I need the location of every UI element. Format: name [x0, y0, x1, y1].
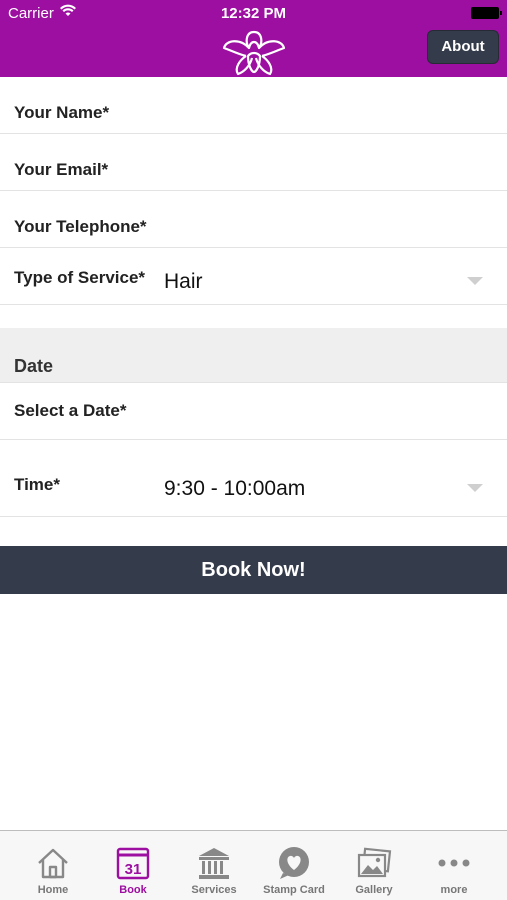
- photos-icon: [357, 847, 392, 878]
- app-header: Carrier 12:32 PM About: [0, 0, 507, 77]
- tab-book-label: Book: [119, 884, 147, 896]
- heart-bubble-icon: [279, 847, 309, 879]
- name-field[interactable]: Your Name*: [0, 77, 507, 134]
- date-label: Select a Date*: [14, 401, 127, 420]
- tab-more[interactable]: more: [414, 831, 494, 900]
- time-value: 9:30 - 10:00am: [164, 477, 306, 500]
- status-time: 12:32 PM: [220, 5, 287, 22]
- booking-form: Your Name* Your Email* Your Telephone* T…: [0, 77, 507, 517]
- battery-icon: [471, 7, 502, 19]
- service-label: Type of Service*: [14, 268, 146, 287]
- name-label: Your Name*: [14, 103, 110, 122]
- tab-services[interactable]: Services: [174, 831, 254, 900]
- chevron-down-icon: [467, 484, 483, 492]
- bank-icon: [199, 848, 229, 879]
- date-section-header: Date: [0, 328, 507, 383]
- tab-stamp-card[interactable]: Stamp Card: [254, 831, 334, 900]
- tab-gallery-label: Gallery: [355, 884, 393, 896]
- telephone-label: Your Telephone*: [14, 217, 147, 236]
- tab-book[interactable]: 31 Book: [93, 831, 173, 900]
- calendar-icon: 31: [116, 847, 150, 880]
- tab-home[interactable]: Home: [13, 831, 93, 900]
- tab-services-label: Services: [191, 884, 237, 896]
- home-icon: [38, 848, 68, 879]
- tab-home-label: Home: [37, 884, 69, 896]
- tab-more-label: more: [440, 884, 468, 896]
- service-value: Hair: [164, 270, 203, 293]
- telephone-field[interactable]: Your Telephone*: [0, 191, 507, 248]
- time-select[interactable]: Time* 9:30 - 10:00am: [0, 440, 507, 517]
- service-select[interactable]: Type of Service* Hair: [0, 248, 507, 305]
- email-label: Your Email*: [14, 160, 109, 179]
- date-section-title: Date: [14, 356, 54, 376]
- email-field[interactable]: Your Email*: [0, 134, 507, 191]
- orchid-logo-icon: [222, 30, 286, 76]
- tab-gallery[interactable]: Gallery: [334, 831, 414, 900]
- tab-stamp-card-label: Stamp Card: [263, 884, 325, 896]
- status-bar: Carrier 12:32 PM: [0, 0, 507, 28]
- time-label: Time*: [14, 475, 60, 494]
- about-button[interactable]: About: [427, 30, 499, 64]
- chevron-down-icon: [467, 277, 483, 285]
- calendar-day-number: 31: [125, 861, 142, 878]
- more-dots-icon: [438, 859, 470, 867]
- tab-bar: Home 31 Book Services Stamp Card Gallery…: [0, 830, 507, 900]
- date-picker-field[interactable]: Select a Date*: [0, 383, 507, 440]
- book-now-button[interactable]: Book Now!: [0, 546, 507, 594]
- form-spacer: [0, 305, 507, 328]
